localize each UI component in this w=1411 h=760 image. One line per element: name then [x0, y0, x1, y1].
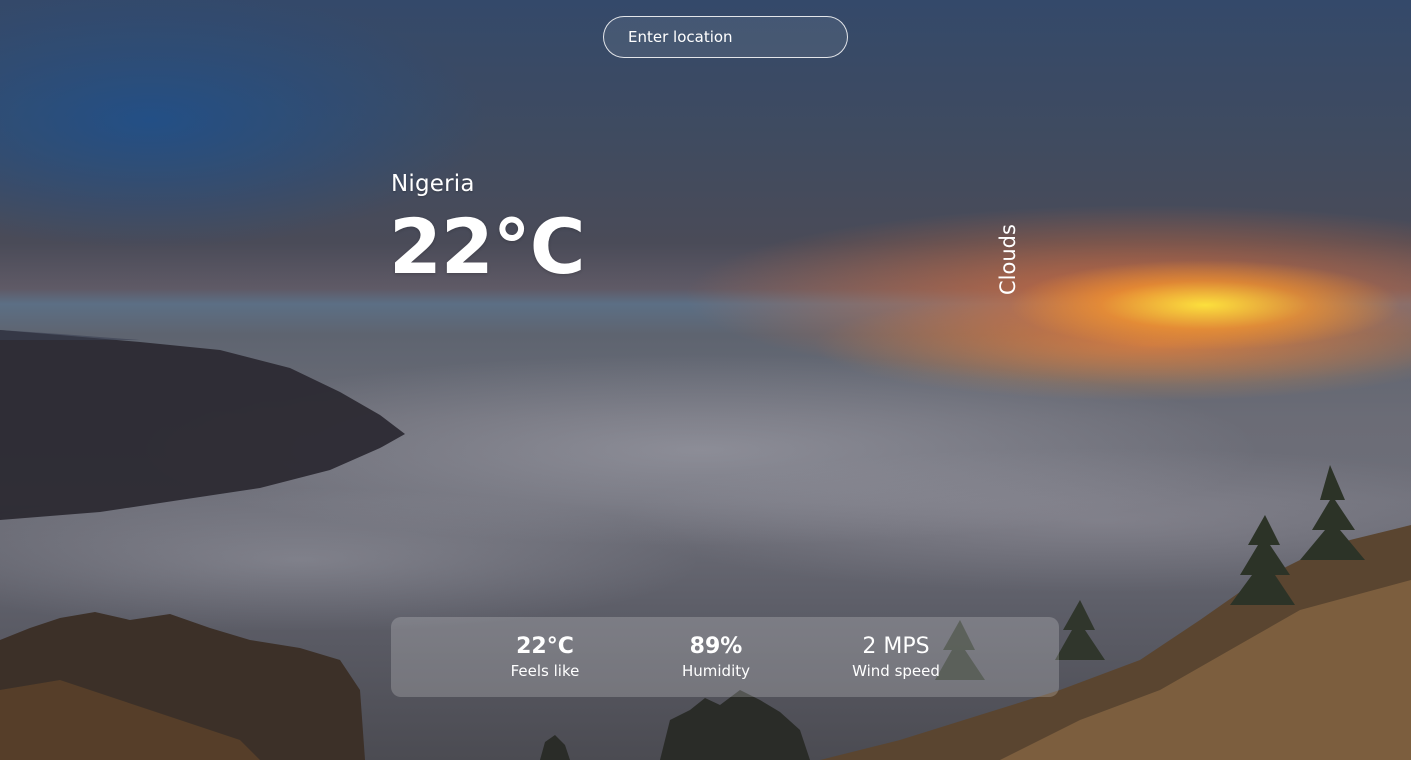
humidity-stat: 89% Humidity — [651, 633, 781, 681]
location-name: Nigeria — [391, 171, 475, 197]
location-search — [603, 16, 848, 58]
weather-condition: Clouds — [996, 224, 1020, 295]
weather-app: Nigeria 22°C Clouds 22°C Feels like 89% … — [0, 0, 1411, 760]
feels-like-stat: 22°C Feels like — [480, 633, 610, 681]
feels-like-value: 22°C — [516, 634, 574, 659]
humidity-label: Humidity — [681, 662, 750, 680]
humidity-value: 89% — [689, 634, 743, 659]
wind-speed-value: 2 MPS — [862, 634, 930, 659]
current-temperature: 22°C — [389, 202, 586, 291]
weather-details-panel: 22°C Feels like 89% Humidity 2 MPS Wind … — [391, 617, 1059, 697]
wind-speed-label: Wind speed — [852, 662, 940, 680]
feels-like-label: Feels like — [510, 662, 580, 680]
location-search-input[interactable] — [603, 16, 848, 58]
wind-speed-stat: 2 MPS Wind speed — [831, 633, 961, 681]
